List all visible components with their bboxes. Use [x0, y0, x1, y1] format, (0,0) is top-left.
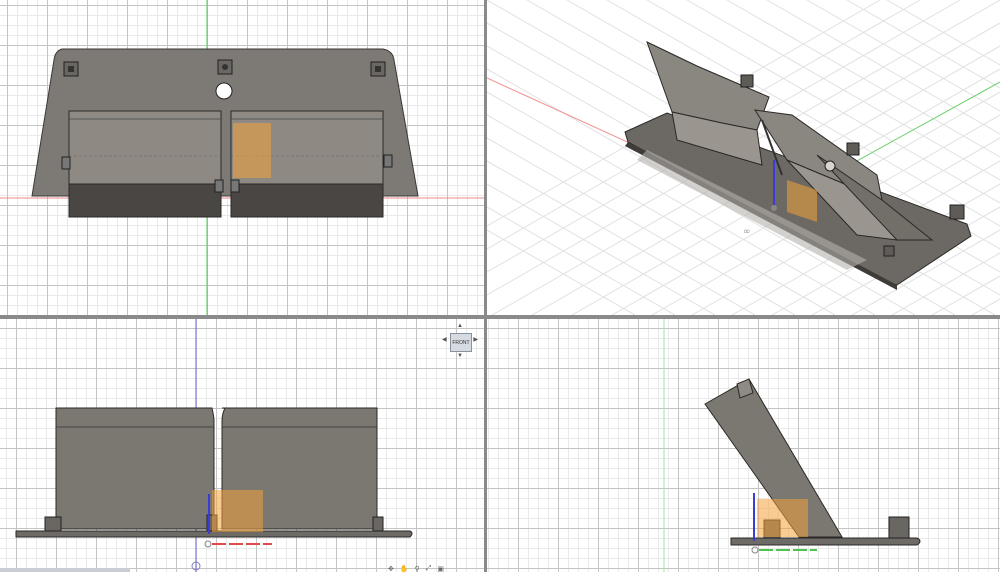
- selection-highlight: [233, 123, 271, 178]
- iso-post-1: [740, 74, 754, 88]
- iso-post-3: [949, 204, 965, 220]
- right-post: [888, 516, 910, 539]
- iso-post-2: [846, 142, 860, 156]
- viewcube-front-face[interactable]: FRONT: [450, 333, 472, 352]
- navigation-bar: ✥ ✋ ⚲ ⤢ ▣: [334, 565, 444, 572]
- viewport-front[interactable]: ▲ ◀ FRONT ▶ ▼ ✥ ✋ ⚲ ⤢ ▣: [0, 319, 484, 572]
- viewport-right[interactable]: [487, 319, 1000, 572]
- viewcube-left-arrow-icon[interactable]: ◀: [442, 337, 447, 343]
- pan-icon[interactable]: ✋: [400, 565, 409, 572]
- screw-post-left-hole: [68, 66, 74, 72]
- status-strip: [0, 568, 130, 572]
- viewcube-right-arrow-icon[interactable]: ▶: [473, 337, 478, 343]
- viewcube-up-arrow-icon[interactable]: ▲: [457, 323, 463, 329]
- iso-post-4: [883, 245, 895, 257]
- right-housing-lip: [230, 183, 384, 218]
- left-housing-lip: [68, 183, 222, 218]
- display-icon[interactable]: ▣: [437, 565, 444, 572]
- model-top-view: [0, 0, 484, 315]
- center-hole: [215, 82, 233, 100]
- svg-text:∞: ∞: [743, 227, 751, 237]
- front-clip-right: [372, 516, 384, 532]
- viewcube-down-arrow-icon[interactable]: ▼: [457, 353, 463, 359]
- fit-icon[interactable]: ⤢: [426, 565, 432, 572]
- screw-post-center-hole: [222, 64, 228, 70]
- viewcube[interactable]: ▲ ◀ FRONT ▶ ▼: [442, 323, 478, 359]
- viewport-home[interactable]: ∞: [487, 0, 1000, 315]
- orbit-icon[interactable]: ✥: [388, 565, 394, 572]
- viewport-top[interactable]: [0, 0, 484, 315]
- zoom-icon[interactable]: ⚲: [415, 565, 420, 572]
- model-front-view: [15, 319, 413, 572]
- front-clip-left: [44, 516, 62, 532]
- front-selection-highlight: [212, 490, 263, 532]
- screw-post-right-hole: [375, 66, 381, 72]
- right-selection-highlight: [757, 499, 808, 537]
- model-iso-view: ∞: [487, 0, 1000, 315]
- clip-right: [383, 154, 393, 168]
- front-left-housing: [55, 407, 215, 530]
- right-base-plate: [730, 537, 921, 546]
- clip-mid-right: [230, 179, 240, 193]
- model-right-view: [663, 319, 921, 572]
- clip-left: [61, 156, 71, 170]
- clip-mid-left: [214, 179, 224, 193]
